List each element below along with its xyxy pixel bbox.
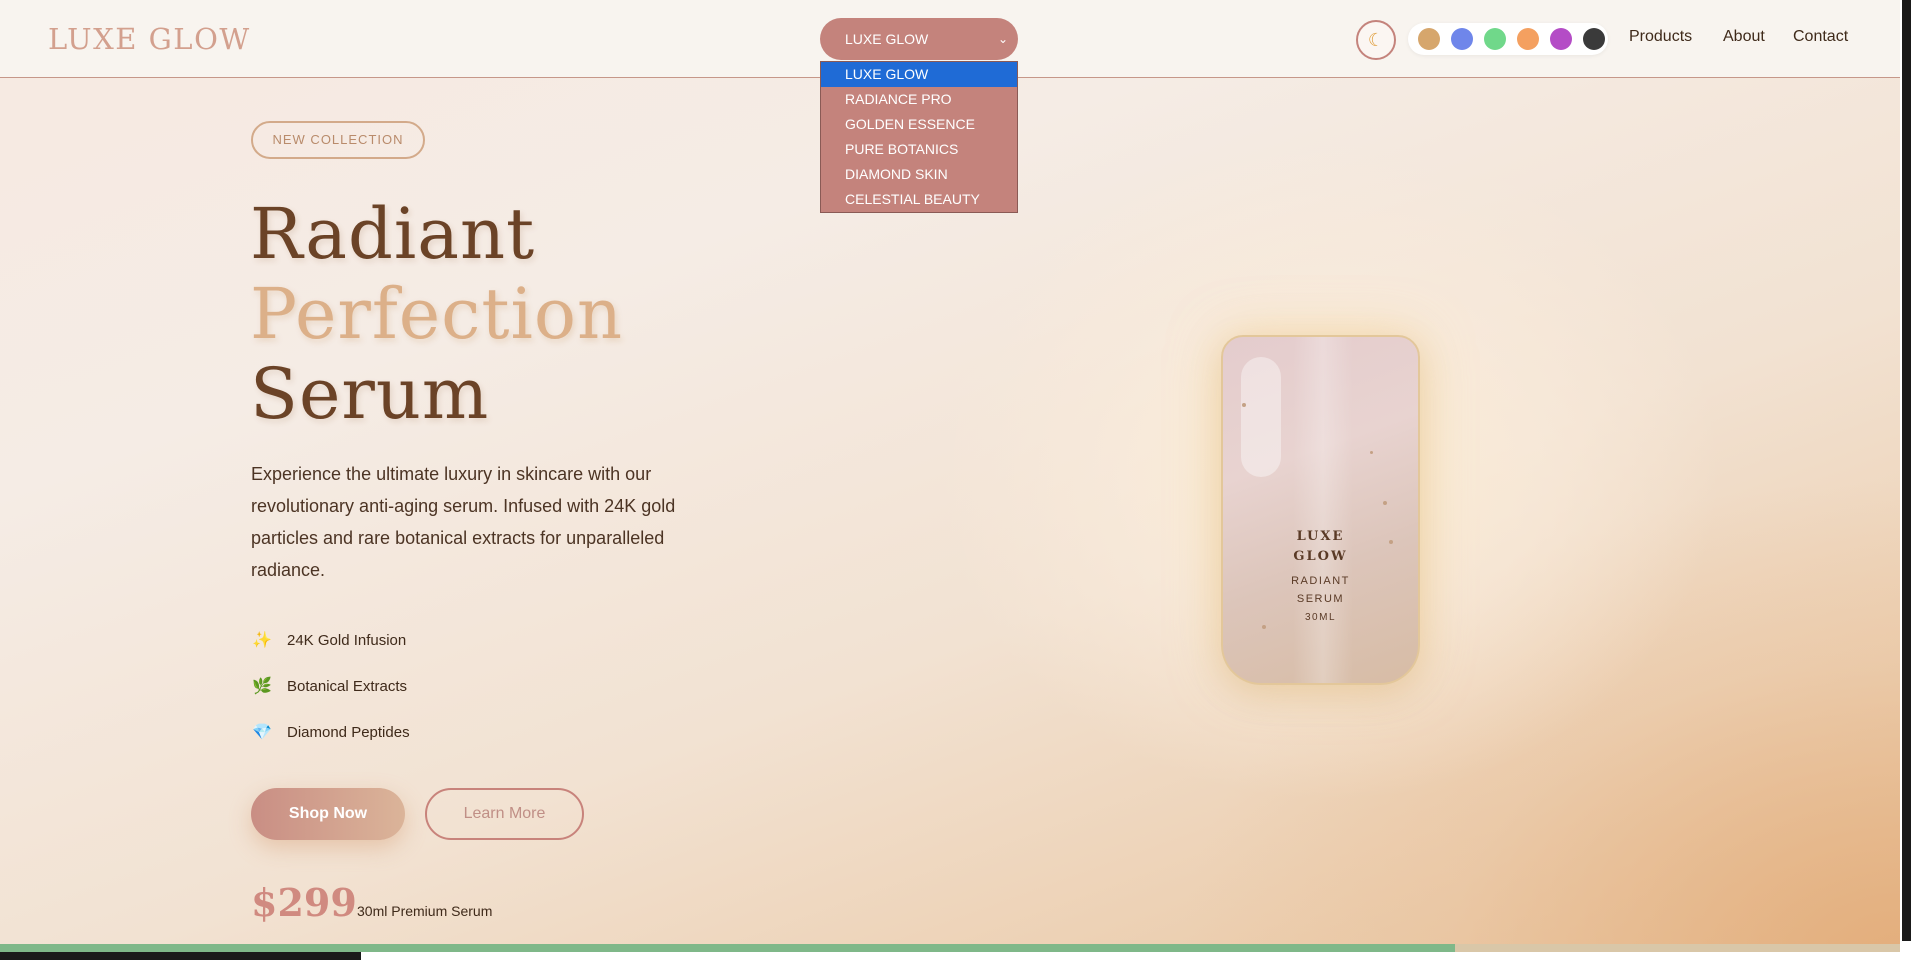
headline-line-2: Perfection xyxy=(250,273,624,355)
bottle-subtitle: RADIANT SERUM xyxy=(1223,572,1418,608)
gem-icon: 💎 xyxy=(252,724,272,741)
color-swatch[interactable] xyxy=(1517,28,1539,50)
feature-label: 24K Gold Infusion xyxy=(287,632,407,649)
shop-now-button[interactable]: Shop Now xyxy=(251,788,405,840)
bottle-brand-line: LUXE xyxy=(1296,529,1345,544)
feature-label: Botanical Extracts xyxy=(287,678,408,695)
brand-select[interactable]: LUXE GLOW ⌄ xyxy=(820,18,1018,60)
product-bottle: LUXE GLOW RADIANT SERUM 30ML xyxy=(1221,335,1420,685)
page: LUXE GLOW LUXE GLOW ⌄ ☾ Products About C… xyxy=(0,0,1913,960)
price-note: 30ml Premium Serum xyxy=(357,903,493,919)
viewport: LUXE GLOW LUXE GLOW ⌄ ☾ Products About C… xyxy=(0,0,1900,960)
brand-option[interactable]: CELESTIAL BEAUTY xyxy=(821,187,1017,212)
headline-line-3: Serum xyxy=(250,353,490,435)
new-collection-badge: NEW COLLECTION xyxy=(251,121,425,159)
herb-icon: 🌿 xyxy=(252,678,272,695)
gold-particle xyxy=(1262,625,1266,629)
bottle-brand-line: GLOW xyxy=(1293,549,1348,564)
theme-toggle-button[interactable]: ☾ xyxy=(1356,20,1396,60)
brand-option[interactable]: GOLDEN ESSENCE xyxy=(821,112,1017,137)
horizontal-scroll-thumb[interactable] xyxy=(0,952,361,960)
gold-particle xyxy=(1383,501,1387,505)
bottle-sub-line: SERUM xyxy=(1296,593,1345,605)
nav-link-about[interactable]: About xyxy=(1723,28,1765,46)
bottle-volume: 30ML xyxy=(1304,612,1336,623)
color-swatch[interactable] xyxy=(1550,28,1572,50)
progress-bar xyxy=(0,944,1900,952)
brand-option[interactable]: RADIANCE PRO xyxy=(821,87,1017,112)
learn-more-button[interactable]: Learn More xyxy=(425,788,584,840)
price: $299 xyxy=(251,880,357,925)
progress-fill xyxy=(0,944,1456,952)
gold-particle xyxy=(1370,451,1373,454)
chevron-down-icon: ⌄ xyxy=(997,32,1008,46)
feature-label: Diamond Peptides xyxy=(287,724,410,741)
color-swatch[interactable] xyxy=(1418,28,1440,50)
color-swatch[interactable] xyxy=(1583,28,1605,50)
moon-icon: ☾ xyxy=(1367,30,1385,50)
nav-link-products[interactable]: Products xyxy=(1629,28,1692,46)
color-swatch[interactable] xyxy=(1484,28,1506,50)
brand-dropdown-list: LUXE GLOW RADIANCE PRO GOLDEN ESSENCE PU… xyxy=(820,61,1018,213)
brand-select-value: LUXE GLOW xyxy=(845,31,929,47)
color-swatch[interactable] xyxy=(1451,28,1473,50)
vertical-scroll-thumb[interactable] xyxy=(1902,0,1911,941)
brand-option[interactable]: PURE BOTANICS xyxy=(821,137,1017,162)
hero-description: Experience the ultimate luxury in skinca… xyxy=(251,464,676,580)
gold-particle xyxy=(1242,403,1246,407)
headline-line-1: Radiant xyxy=(250,193,536,275)
bottle-streak xyxy=(1293,337,1353,683)
color-swatch-group xyxy=(1408,23,1608,55)
feature-item: 🌿 Botanical Extracts xyxy=(251,676,407,700)
nav-link-contact[interactable]: Contact xyxy=(1793,28,1848,46)
vertical-scrollbar[interactable] xyxy=(1900,0,1913,960)
logo[interactable]: LUXE GLOW xyxy=(48,22,251,56)
feature-item: 💎 Diamond Peptides xyxy=(251,722,410,746)
brand-option[interactable]: DIAMOND SKIN xyxy=(821,162,1017,187)
brand-option[interactable]: LUXE GLOW xyxy=(821,62,1017,87)
bottle-sub-line: RADIANT xyxy=(1291,575,1350,587)
sparkles-icon: ✨ xyxy=(252,632,272,649)
bottle-brand: LUXE GLOW xyxy=(1223,527,1418,567)
bottle-shine xyxy=(1241,357,1281,477)
horizontal-scrollbar[interactable] xyxy=(0,952,1900,960)
feature-item: ✨ 24K Gold Infusion xyxy=(251,630,406,654)
